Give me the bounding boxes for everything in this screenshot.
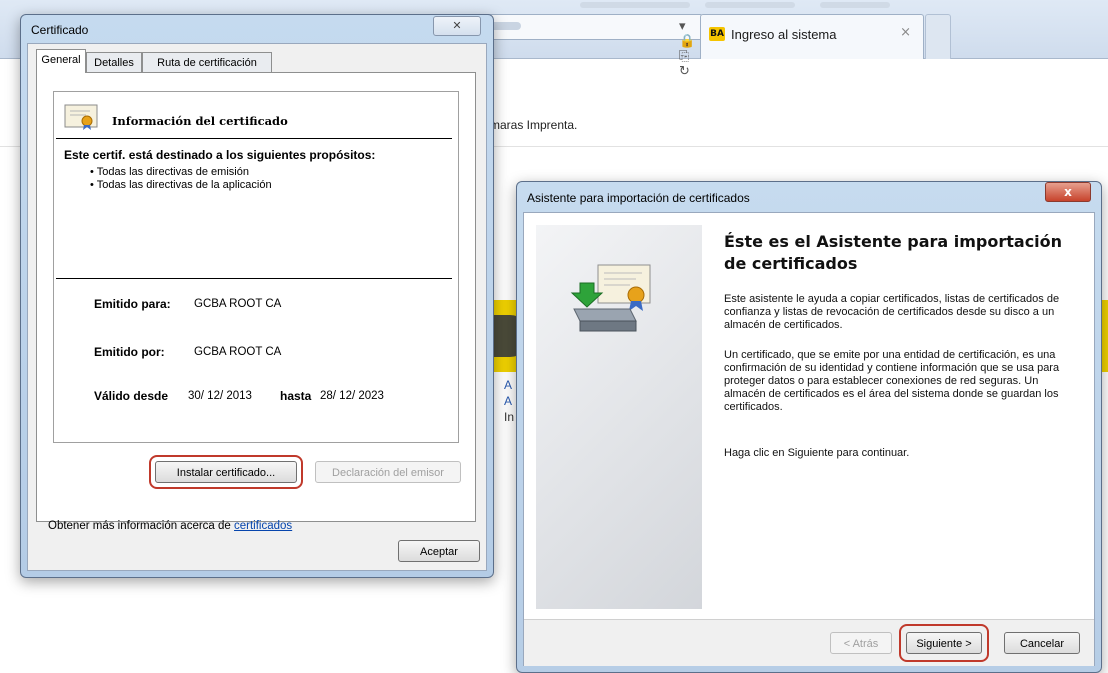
certificate-info-box: Información del certificado Este certif.… — [53, 91, 459, 443]
highlight-annotation — [899, 624, 989, 662]
page-link-fragment[interactable]: A — [504, 378, 512, 392]
divider — [56, 138, 452, 139]
address-bar-tools-icon[interactable]: ▾ 🔒 ⎘ ↻ — [679, 19, 701, 79]
wizard-footer: < Atrás Siguiente > Cancelar — [524, 619, 1094, 666]
wizard-side-panel — [536, 225, 702, 609]
valid-from-label: Válido desde — [94, 389, 169, 403]
certificate-dialog: Certificado ✕ General Detalles Ruta de c… — [20, 14, 494, 578]
more-info-prefix: Obtener más información acerca de — [48, 520, 235, 532]
purpose-item: • Todas las directivas de emisión — [90, 166, 249, 178]
tab-close-icon[interactable]: × — [900, 25, 911, 40]
new-tab-button[interactable] — [925, 14, 951, 59]
issued-to-value: GCBA ROOT CA — [194, 298, 282, 310]
tab-certification-path[interactable]: Ruta de certificación — [142, 52, 272, 72]
cancel-button[interactable]: Cancelar — [1004, 632, 1080, 654]
issued-to-label: Emitido para: — [94, 297, 171, 311]
purpose-heading: Este certif. está destinado a los siguie… — [64, 148, 376, 162]
tab-panel-general: Información del certificado Este certif.… — [36, 72, 476, 522]
valid-to-value: 28/ 12/ 2023 — [320, 390, 384, 402]
close-icon[interactable]: x — [1045, 182, 1091, 202]
certificate-import-icon — [570, 264, 651, 332]
favorites-link[interactable]: maras Imprenta. — [490, 118, 577, 132]
back-button[interactable]: < Atrás — [830, 632, 892, 654]
valid-from-value: 30/ 12/ 2013 — [188, 390, 252, 402]
browser-tab-active[interactable]: BA Ingreso al sistema × — [700, 14, 924, 59]
wizard-heading: Éste es el Asistente para importación de… — [724, 232, 1063, 273]
highlight-annotation — [149, 455, 303, 489]
close-icon[interactable]: ✕ — [433, 16, 481, 36]
browser-tab-title: Ingreso al sistema — [731, 27, 837, 42]
tab-general[interactable]: General — [36, 49, 86, 73]
wizard-paragraph: Un certificado, que se emite por una ent… — [724, 349, 1060, 413]
issuer-statement-button[interactable]: Declaración del emisor — [315, 461, 461, 483]
certificate-icon — [64, 104, 98, 130]
purpose-item: • Todas las directivas de la aplicación — [90, 179, 272, 191]
more-info-text: Obtener más información acerca de certif… — [48, 520, 292, 532]
dialog-body: General Detalles Ruta de certificación I… — [27, 43, 487, 571]
dialog-title: Certificado — [31, 23, 89, 37]
info-title: Información del certificado — [112, 114, 288, 128]
tab-details[interactable]: Detalles — [86, 52, 142, 72]
valid-to-label: hasta — [280, 389, 312, 403]
issued-by-label: Emitido por: — [94, 345, 165, 359]
page-link-fragment[interactable]: A — [504, 394, 512, 408]
blurred-tab — [705, 2, 795, 8]
page-text-fragment: In — [504, 410, 515, 424]
issued-by-value: GCBA ROOT CA — [194, 346, 282, 358]
certificates-link[interactable]: certificados — [234, 520, 292, 532]
wizard-paragraph: Haga clic en Siguiente para continuar. — [724, 447, 910, 459]
blurred-tab — [820, 2, 890, 8]
import-wizard-dialog: Asistente para importación de certificad… — [516, 181, 1102, 673]
dialog-title: Asistente para importación de certificad… — [527, 191, 750, 205]
blurred-tab — [580, 2, 690, 8]
site-favicon-icon: BA — [709, 27, 725, 41]
divider — [56, 278, 452, 279]
wizard-body: Éste es el Asistente para importación de… — [523, 212, 1095, 666]
wizard-paragraph: Este asistente le ayuda a copiar certifi… — [724, 293, 1060, 331]
ok-button[interactable]: Aceptar — [398, 540, 480, 562]
